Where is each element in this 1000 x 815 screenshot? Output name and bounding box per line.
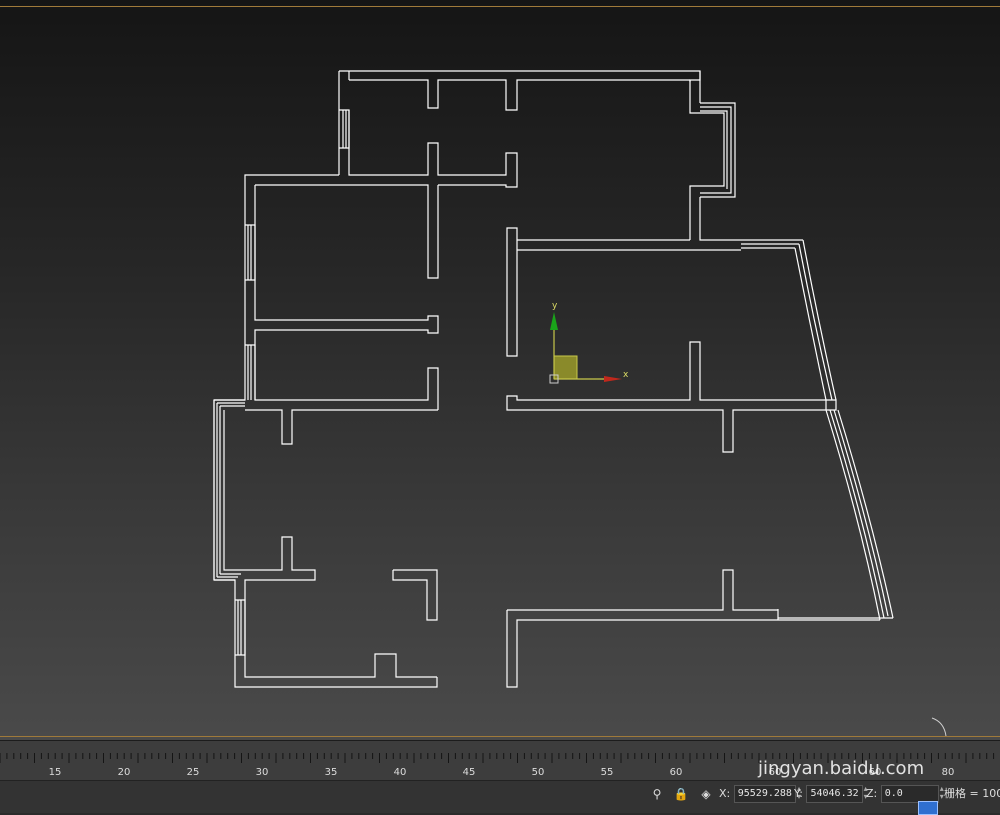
gizmo-y-arrow xyxy=(550,312,558,330)
grid-size: 栅格 = 100.0 xyxy=(944,787,1000,800)
x-field[interactable]: 95529.288 xyxy=(733,785,796,803)
wall-segment xyxy=(699,197,741,241)
timeline-tick-label: 35 xyxy=(325,767,338,778)
timeline-tick-label: 45 xyxy=(463,767,476,778)
wall-segment xyxy=(348,110,518,188)
window xyxy=(245,224,256,281)
wall-segment xyxy=(223,410,437,678)
window xyxy=(213,399,245,581)
timeline-tick-label: 15 xyxy=(49,767,62,778)
wall-segment xyxy=(794,239,837,401)
wall-segment xyxy=(392,569,438,621)
z-label: Z: xyxy=(866,787,878,800)
selection-icon[interactable]: ◈ xyxy=(697,785,715,803)
gizmo-y-label: y xyxy=(552,301,558,311)
watermark: jingyan.baidu.com xyxy=(758,758,925,779)
y-label: Y: xyxy=(794,787,803,800)
timeline-tick-label: 55 xyxy=(601,767,614,778)
gizmo-x-label: x xyxy=(623,370,629,380)
status-bar: ⚲ 🔒 ◈ X: 95529.288 ▴ ▾ Y: 54046.32 ▴ ▾ Z: 0.… xyxy=(0,780,1000,815)
wall-segment xyxy=(255,184,439,279)
wall-segment xyxy=(245,409,438,445)
gizmo-plane xyxy=(553,355,578,380)
window xyxy=(235,599,246,656)
wall-segment xyxy=(741,239,803,249)
viewport-frame-bottom xyxy=(0,736,1000,737)
x-label: X: xyxy=(719,787,731,800)
wall-segment xyxy=(517,239,741,251)
y-coordinate: Y: 54046.32 ▴ ▾ xyxy=(794,785,872,803)
wall-segment xyxy=(506,227,518,357)
gizmo-x-arrow xyxy=(604,376,622,382)
y-field[interactable]: 54046.32 xyxy=(806,785,863,803)
timeline-tick-label: 40 xyxy=(394,767,407,778)
wall-segment xyxy=(689,71,725,240)
wall-segment xyxy=(254,185,439,410)
timeline-tick-label: 30 xyxy=(256,767,269,778)
timeline-tick-label: 50 xyxy=(532,767,545,778)
transform-gizmo: y x xyxy=(549,301,629,384)
wall-segment xyxy=(349,79,690,111)
pin-icon[interactable]: ⚲ xyxy=(648,785,666,803)
x-coordinate: X: 95529.288 ▴ ▾ xyxy=(719,785,805,803)
cursor-mark xyxy=(931,717,947,737)
wall-segment xyxy=(825,409,894,621)
window xyxy=(245,344,256,400)
wall-segment xyxy=(826,399,837,411)
window xyxy=(339,109,350,149)
timeline-tick-label: 60 xyxy=(670,767,683,778)
wall-segment xyxy=(777,609,893,621)
timeline-tick-label: 25 xyxy=(187,767,200,778)
timeline-tick-label: 20 xyxy=(118,767,131,778)
lock-icon[interactable]: 🔒 xyxy=(672,785,690,803)
timeline-tick-label: 80 xyxy=(942,767,955,778)
prompt-icon[interactable] xyxy=(918,801,938,815)
wall-segment xyxy=(700,102,736,198)
wall-segment xyxy=(506,569,778,688)
viewport[interactable]: y x xyxy=(0,0,1000,740)
floor-plan[interactable]: y x xyxy=(0,0,1000,740)
wall-segment xyxy=(338,70,701,175)
